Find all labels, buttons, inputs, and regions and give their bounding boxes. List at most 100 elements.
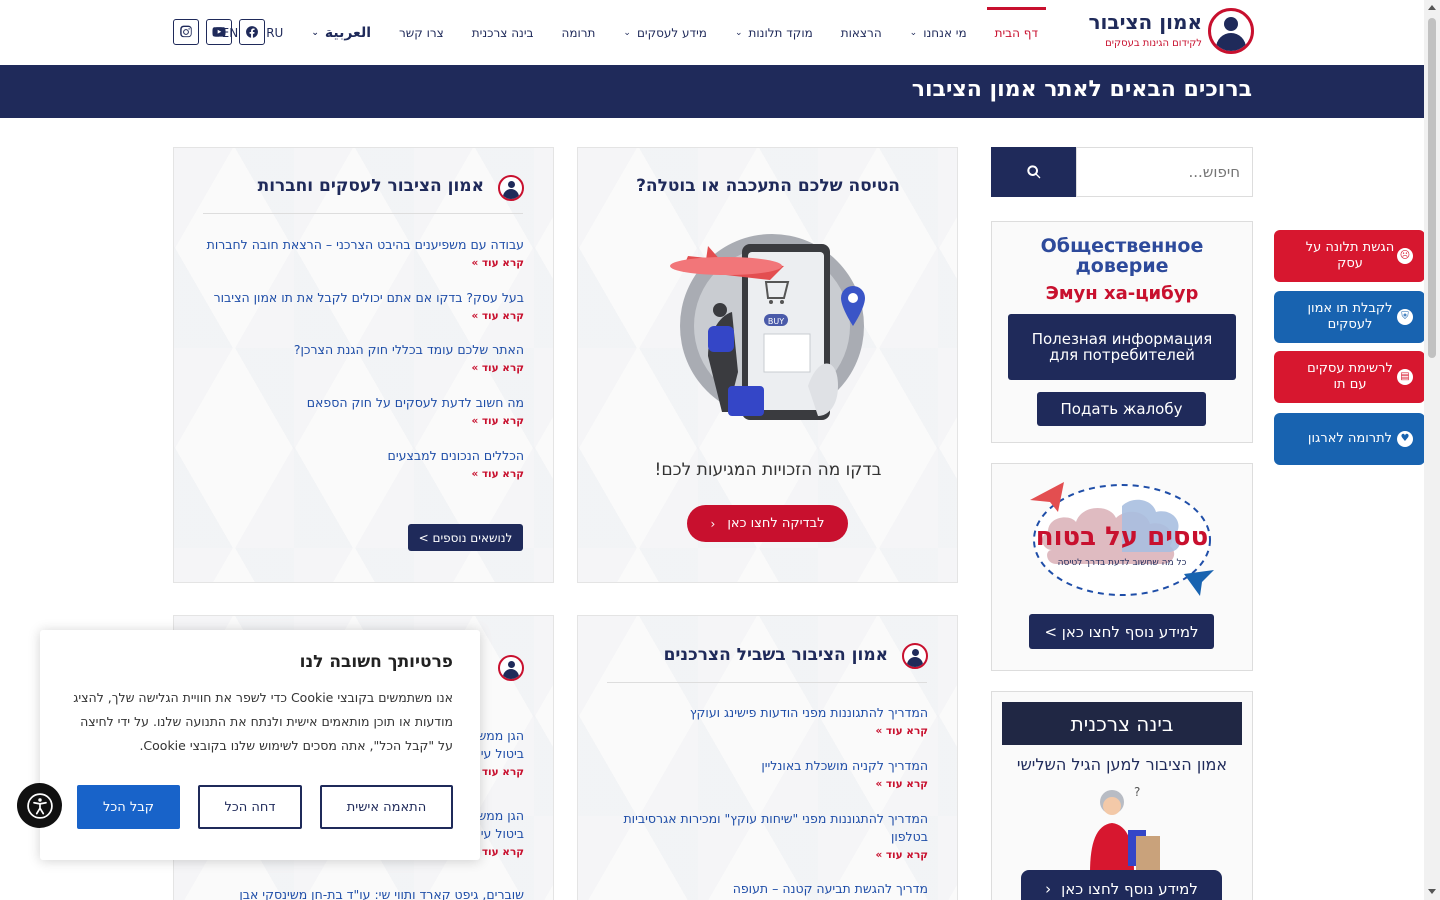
heart-icon: ♥	[1397, 431, 1413, 447]
nav-item[interactable]: בינה צרכנית	[472, 0, 534, 65]
logo-title: אמון הציבור	[1088, 10, 1202, 34]
nav-item-label: מוקד תלונות	[748, 25, 813, 40]
read-more-link[interactable]: קרא עוד »	[194, 415, 524, 427]
list-item[interactable]: עבודה עם משפיענים בהיבט הצרכני – הרצאת ח…	[194, 236, 524, 269]
cookie-accept-button[interactable]: קבל הכל	[77, 785, 180, 829]
list-item-title[interactable]: מדריך להגשת תביעה קטנה – תעופה	[608, 880, 928, 898]
nav-item-label: מי אנחנו	[923, 25, 967, 40]
scrollbar-thumb[interactable]	[1428, 18, 1436, 358]
nav-item[interactable]: הרצאות	[841, 0, 882, 65]
list-item[interactable]: המדריך להתגוננות מפני "שיחות עוקץ" ומכיר…	[608, 810, 928, 861]
welcome-banner: ברוכים הבאים לאתר אמון הציבור	[0, 65, 1424, 118]
nav-item-label: תרומה	[561, 25, 596, 40]
consumer-card-title: אמון הציבור בשביל הצרכנים	[663, 645, 888, 665]
list-item[interactable]: האתר שלכם עומד בכללי חוק הגנת הצרכן? קרא …	[194, 341, 524, 374]
more-topics-button[interactable]: לנושאים נוספים >	[408, 524, 523, 551]
nav-item[interactable]: דף הבית	[986, 0, 1047, 65]
file-complaint-button[interactable]: Подать жалобу	[1037, 392, 1206, 426]
list-item[interactable]: המדריך לקניה מושכלת באונליין קרא עוד »	[608, 757, 928, 790]
user-icon	[902, 643, 928, 669]
accessibility-icon	[26, 792, 53, 819]
scroll-up-icon[interactable]	[1428, 5, 1436, 10]
side-tab[interactable]: ⛨ לקבלת תו אמון לעסקים	[1274, 291, 1425, 343]
side-tab[interactable]: ☹ הגשת תלונה על עסק	[1274, 230, 1425, 282]
flight-card-title: הטיסה שלכם התעכבה או בוטלה?	[636, 176, 900, 196]
nav-item[interactable]: العربية ⌄	[311, 0, 371, 65]
wisdom-more-button[interactable]: למידע נוסף לחצו כאן ‹	[1021, 870, 1222, 900]
cookie-reject-button[interactable]: דחה הכל	[198, 785, 302, 829]
list-item-title[interactable]: המדריך להתגוננות מפני "שיחות עוקץ" ומכיר…	[608, 810, 928, 846]
nav-item[interactable]: מי אנחנו ⌄	[910, 0, 967, 65]
senior-illustration: ?	[1090, 785, 1160, 873]
site-header: אמון הציבור לקידום הגינות בעסקים דף הבית…	[0, 0, 1424, 65]
side-tab[interactable]: ▤ לרשימת עסקים עם תו	[1274, 351, 1425, 403]
nav-item[interactable]: מוקד תלונות ⌄	[735, 0, 813, 65]
list-item-title[interactable]: בעל עסק? בדקו אם אתם יכולים לקבל את תו א…	[194, 289, 524, 307]
facebook-icon[interactable]	[239, 19, 265, 45]
list-item-title[interactable]: הכללים הנכונים למבצעים	[194, 447, 524, 465]
nav-item[interactable]: RU	[266, 0, 283, 65]
site-logo[interactable]: אמון הציבור לקידום הגינות בעסקים	[1088, 8, 1254, 56]
sad-face-icon: ☹	[1397, 248, 1413, 264]
shield-icon: ⛨	[1397, 309, 1413, 325]
list-item[interactable]: הכללים הנכונים למבצעים קרא עוד »	[194, 447, 524, 480]
wisdom-more-label: למידע נוסף לחצו כאן	[1061, 880, 1198, 898]
user-icon	[498, 655, 524, 681]
list-item-title[interactable]: האתר שלכם עומד בכללי חוק הגנת הצרכן?	[194, 341, 524, 359]
search-input[interactable]	[1076, 147, 1253, 197]
logo-subtitle: לקידום הגינות בעסקים	[1105, 38, 1202, 49]
nav-item[interactable]: צרו קשר	[399, 0, 444, 65]
russian-subtitle: Эмун ха-цибур	[1045, 283, 1199, 304]
divider	[203, 213, 523, 214]
business-card-title: אמון הציבור לעסקים וחברות	[257, 176, 484, 196]
nav-item[interactable]: תרומה	[561, 0, 595, 65]
search-button[interactable]	[991, 147, 1076, 197]
side-tab-label: לקבלת תו אמון לעסקים	[1307, 301, 1393, 332]
read-more-link[interactable]: קרא עוד »	[194, 310, 524, 322]
accessibility-button[interactable]	[17, 783, 62, 828]
read-more-link[interactable]: קרא עוד »	[608, 725, 928, 737]
list-item[interactable]: מה חשוב לדעת לעסקים על חוק הספאם קרא עוד …	[194, 394, 524, 427]
cookie-text: אנו משתמשים בקובצי Cookie כדי לשפר את חו…	[73, 690, 453, 753]
nav-item-label: בינה צרכנית	[471, 25, 534, 40]
buy-label: BUY	[768, 317, 784, 326]
list-item-title[interactable]: מה חשוב לדעת לעסקים על חוק הספאם	[194, 394, 524, 412]
page-title: ברוכים הבאים לאתר אמון הציבור	[911, 77, 1252, 102]
chevron-down-icon: ⌄	[909, 27, 918, 38]
chevron-down-icon: ⌄	[623, 27, 631, 38]
list-item[interactable]: שוברים, גיפט קארד ותווי שי: עו"ד בת-חן מ…	[194, 886, 524, 900]
safe-flights-logo: טסים על בטוח כל מה שחשוב לדעת בדרך לטיסה	[1030, 482, 1214, 596]
russian-title: Общественное доверие	[1040, 235, 1204, 277]
check-here-button[interactable]: לבדיקה לחצו כאן ‹	[687, 505, 848, 542]
page-scrollbar[interactable]	[1424, 0, 1440, 900]
instagram-icon[interactable]	[173, 19, 199, 45]
safe-flights-more-button[interactable]: למידע נוסף לחצו כאן >	[1029, 614, 1214, 649]
list-item[interactable]: בעל עסק? בדקו אם אתם יכולים לקבל את תו א…	[194, 289, 524, 322]
cookie-customize-button[interactable]: התאמה אישית	[320, 785, 453, 829]
list-item-title[interactable]: שוברים, גיפט קארד ותווי שי: עו"ד בת-חן מ…	[194, 886, 524, 900]
safe-flights-logo-text: טסים על בטוח	[1036, 522, 1209, 552]
scroll-down-icon[interactable]	[1428, 889, 1436, 894]
side-tab-label: לרשימת עסקים עם תו	[1307, 361, 1393, 392]
consumer-info-button[interactable]: Полезная информация для потребителей	[1008, 314, 1236, 380]
list-item-title[interactable]: עבודה עם משפיענים בהיבט הצרכני – הרצאת ח…	[194, 236, 524, 254]
list-item-title[interactable]: המדריך לקניה מושכלת באונליין	[608, 757, 928, 775]
side-tab[interactable]: ♥ לתרומה לארגון	[1274, 413, 1425, 465]
read-more-link[interactable]: קרא עוד »	[194, 257, 524, 269]
read-more-link[interactable]: קרא עוד »	[608, 849, 928, 861]
search-bar	[991, 147, 1253, 197]
list-item-title[interactable]: המדריך להתגוננות מפני הודעות פישינג ועוק…	[608, 704, 928, 722]
list-item[interactable]: מדריך להגשת תביעה קטנה – תעופה	[608, 880, 928, 898]
safe-flights-logo-sub: כל מה שחשוב לדעת בדרך לטיסה	[1058, 558, 1187, 568]
nav-item[interactable]: מידע לעסקים ⌄	[623, 0, 707, 65]
read-more-link[interactable]: קרא עוד »	[194, 468, 524, 480]
list-item[interactable]: המדריך להתגוננות מפני הודעות פישינג ועוק…	[608, 704, 928, 737]
youtube-icon[interactable]	[206, 19, 232, 45]
flight-card-text: בדקו מה הזכויות המגיעות לכם!	[654, 460, 882, 480]
read-more-link[interactable]: קרא עוד »	[194, 362, 524, 374]
cookie-title: פרטיותך חשובה לנו	[299, 652, 453, 672]
side-tab-label: הגשת תלונה על עסק	[1305, 240, 1395, 271]
read-more-link[interactable]: קרא עוד »	[608, 778, 928, 790]
divider	[607, 682, 927, 683]
flight-illustration: BUY	[670, 234, 865, 420]
